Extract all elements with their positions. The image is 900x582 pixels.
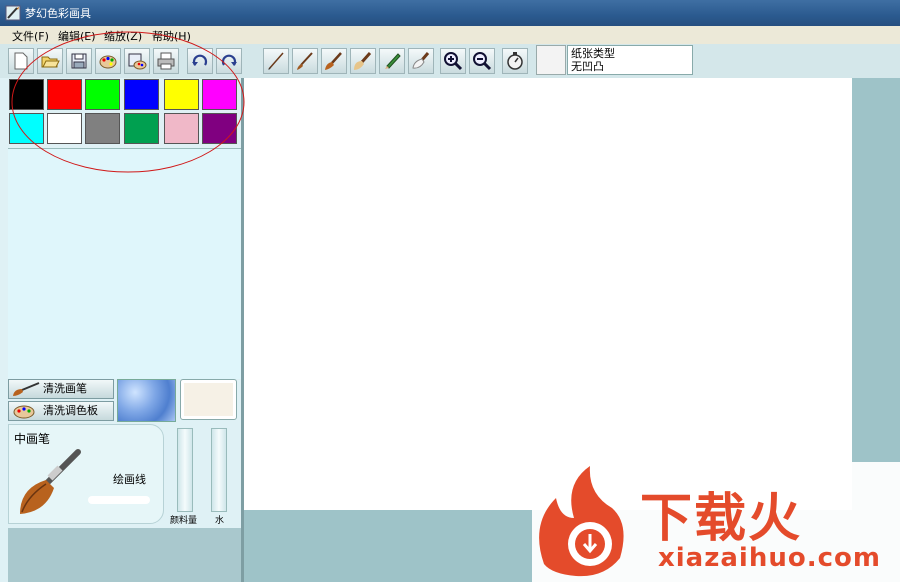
save-icon [71,53,87,69]
clean-palette-label: 清洗调色板 [43,404,98,417]
medium-brush-icon [325,52,342,70]
menu-edit[interactable]: 编辑(E) [58,28,96,44]
paper-type-value: 无凹凸 [571,60,604,73]
color-swatch-green[interactable] [85,79,120,110]
toolbar [0,44,900,78]
water-texture[interactable] [117,379,176,422]
eraser-button[interactable] [408,48,434,74]
water-label: 水 [215,516,225,526]
redo-icon [221,54,237,66]
stopwatch-icon [507,52,523,70]
brush-icon [13,382,40,396]
draw-line-label: 绘画线 [113,473,146,486]
menu-bar: 文件(F) 编辑(E) 缩放(Z) 帮助(H) [0,26,900,45]
eraser-icon [412,52,430,69]
thin-brush-icon [268,52,284,70]
color-swatch-cyan[interactable] [9,113,44,144]
color-palette [8,78,242,148]
thin-brush-button[interactable] [263,48,289,74]
color-swatch-gray[interactable] [85,113,120,144]
menu-file[interactable]: 文件(F) [12,28,49,44]
open-folder-icon [41,56,60,68]
flame-logo-icon [539,466,624,577]
paper-texture[interactable] [180,379,237,420]
left-panel-footer [8,528,242,582]
window-title: 梦幻色彩画具 [25,7,91,20]
medium-brush-button[interactable] [321,48,347,74]
palette-icon [13,405,35,419]
clean-brush-label: 清洗画笔 [43,382,87,395]
new-file-icon [14,52,28,70]
menu-zoom[interactable]: 缩放(Z) [104,28,142,44]
paper-type-box[interactable]: 纸张类型 无凹凸 [567,45,693,75]
zoom-out-button[interactable] [469,48,495,74]
paper-type-label: 纸张类型 [571,47,615,60]
color-swatch-pink[interactable] [164,113,199,144]
color-swatch-white[interactable] [47,113,82,144]
mixing-area[interactable] [8,148,242,379]
color-swatch-purple[interactable] [202,113,237,144]
open-button[interactable] [37,48,63,74]
color-swatch-red[interactable] [47,79,82,110]
small-brush-icon [297,52,313,70]
panel-separator [241,78,244,582]
clean-palette-button[interactable]: 清洗调色板 [8,401,114,421]
color-swatch-blue[interactable] [124,79,159,110]
paint-amount-label: 颜料量 [170,516,198,526]
large-brush-button[interactable] [350,48,376,74]
line-sample [88,496,150,504]
pencil-icon [385,53,401,69]
paper-preview[interactable] [536,45,566,75]
title-bar: 梦幻色彩画具 [0,0,900,26]
color-swatch-dark-green[interactable] [124,113,159,144]
clean-brush-button[interactable]: 清洗画笔 [8,379,114,399]
pencil-button[interactable] [379,48,405,74]
watermark-domain: xiazaihuo.com [658,543,881,573]
drawing-canvas[interactable] [244,78,852,510]
app-brush-icon [5,5,21,21]
zoom-in-icon [444,52,463,71]
paint-amount-gauge[interactable] [177,428,193,512]
zoom-out-icon [473,52,492,71]
printer-icon [157,52,175,70]
palette-button[interactable] [95,48,121,74]
palette-icon [99,55,117,69]
save-palette-icon [128,53,147,70]
save-palette-button[interactable] [124,48,150,74]
menu-help[interactable]: 帮助(H) [152,28,191,44]
watermark-brand: 下载火 [640,489,803,549]
new-file-button[interactable] [8,48,34,74]
brush-name: 中画笔 [14,432,51,446]
water-gauge[interactable] [211,428,227,512]
zoom-in-button[interactable] [440,48,466,74]
print-button[interactable] [153,48,179,74]
large-brush-icon [20,449,81,514]
small-brush-button[interactable] [292,48,318,74]
undo-icon [192,54,208,66]
color-swatch-magenta[interactable] [202,79,237,110]
redo-button[interactable] [216,48,242,74]
timer-button[interactable] [502,48,528,74]
save-button[interactable] [66,48,92,74]
undo-button[interactable] [187,48,213,74]
color-swatch-black[interactable] [9,79,44,110]
color-swatch-yellow[interactable] [164,79,199,110]
large-brush-icon [354,52,372,70]
